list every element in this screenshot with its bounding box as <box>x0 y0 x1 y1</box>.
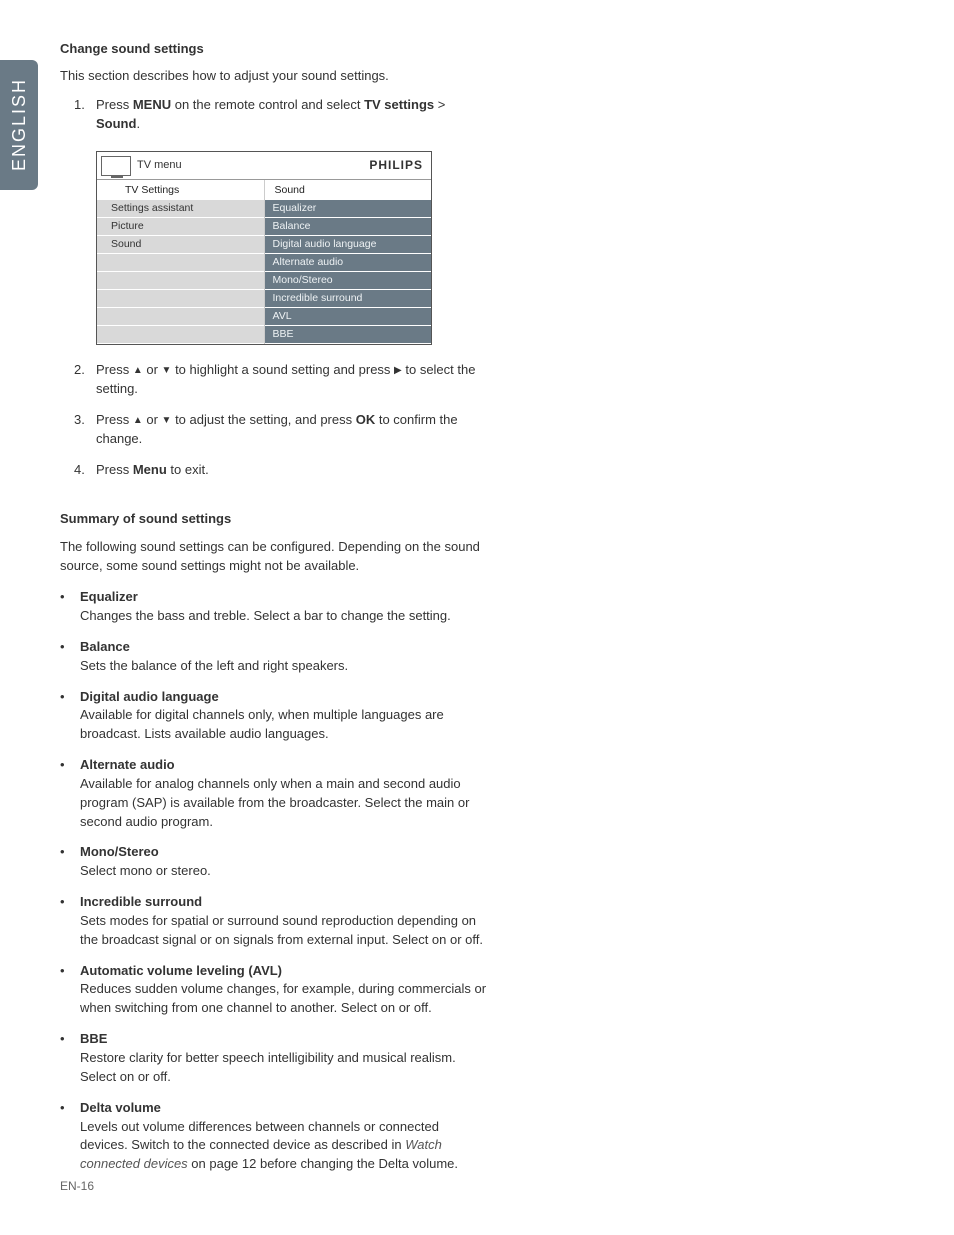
menu-item <box>97 308 264 326</box>
setting-name: Balance <box>80 638 490 657</box>
menu-item: Incredible surround <box>265 290 432 308</box>
setting-desc: Sets the balance of the left and right s… <box>80 658 348 673</box>
menu-item <box>97 272 264 290</box>
setting-name: Digital audio language <box>80 688 490 707</box>
setting-desc: Levels out volume differences between ch… <box>80 1119 458 1172</box>
step-number: 1. <box>74 96 96 134</box>
menu-item: BBE <box>265 326 432 344</box>
menu-item: Sound <box>97 236 264 254</box>
setting-name: Delta volume <box>80 1099 490 1118</box>
menu-item: Settings assistant <box>97 200 264 218</box>
menu-item <box>97 254 264 272</box>
menu-item <box>97 290 264 308</box>
bullet: • <box>60 756 80 831</box>
setting-desc: Restore clarity for better speech intell… <box>80 1050 456 1084</box>
tv-icon <box>101 156 131 176</box>
tv-menu-screenshot: TV menu PHILIPS TV Settings Settings ass… <box>96 151 432 345</box>
section-intro: This section describes how to adjust you… <box>60 67 490 86</box>
step-text: Press Menu to exit. <box>96 461 490 480</box>
step-text: Press ▲ or ▼ to highlight a sound settin… <box>96 361 490 399</box>
brand-label: PHILIPS <box>369 157 423 174</box>
menu-item: AVL <box>265 308 432 326</box>
menu-right-header: Sound <box>265 180 432 200</box>
bullet: • <box>60 962 80 1019</box>
language-tab: ENGLISH <box>0 60 38 190</box>
setting-desc: Available for digital channels only, whe… <box>80 707 444 741</box>
setting-desc: Changes the bass and treble. Select a ba… <box>80 608 451 623</box>
menu-item: Picture <box>97 218 264 236</box>
menu-item: Digital audio language <box>265 236 432 254</box>
step-number: 4. <box>74 461 96 480</box>
step-number: 2. <box>74 361 96 399</box>
setting-name: BBE <box>80 1030 490 1049</box>
setting-desc: Reduces sudden volume changes, for examp… <box>80 981 486 1015</box>
setting-desc: Select mono or stereo. <box>80 863 211 878</box>
setting-name: Mono/Stereo <box>80 843 490 862</box>
bullet: • <box>60 638 80 676</box>
step-text: Press ▲ or ▼ to adjust the setting, and … <box>96 411 490 449</box>
setting-name: Automatic volume leveling (AVL) <box>80 962 490 981</box>
setting-name: Incredible surround <box>80 893 490 912</box>
setting-name: Alternate audio <box>80 756 490 775</box>
menu-item: Balance <box>265 218 432 236</box>
bullet: • <box>60 1099 80 1174</box>
menu-item: Mono/Stereo <box>265 272 432 290</box>
language-label: ENGLISH <box>6 78 32 171</box>
section-title: Change sound settings <box>60 40 490 59</box>
bullet: • <box>60 893 80 950</box>
setting-desc: Available for analog channels only when … <box>80 776 469 829</box>
summary-heading: Summary of sound settings <box>60 510 490 529</box>
menu-item <box>97 326 264 344</box>
menu-item: Equalizer <box>265 200 432 218</box>
menu-item: Alternate audio <box>265 254 432 272</box>
step-text: Press MENU on the remote control and sel… <box>96 96 490 134</box>
setting-desc: Sets modes for spatial or surround sound… <box>80 913 483 947</box>
menu-left-header: TV Settings <box>97 180 264 200</box>
menu-title: TV menu <box>137 158 182 174</box>
bullet: • <box>60 843 80 881</box>
bullet: • <box>60 688 80 745</box>
bullet: • <box>60 588 80 626</box>
setting-name: Equalizer <box>80 588 490 607</box>
summary-intro: The following sound settings can be conf… <box>60 538 490 576</box>
step-number: 3. <box>74 411 96 449</box>
page-number: EN-16 <box>60 1178 94 1195</box>
bullet: • <box>60 1030 80 1087</box>
